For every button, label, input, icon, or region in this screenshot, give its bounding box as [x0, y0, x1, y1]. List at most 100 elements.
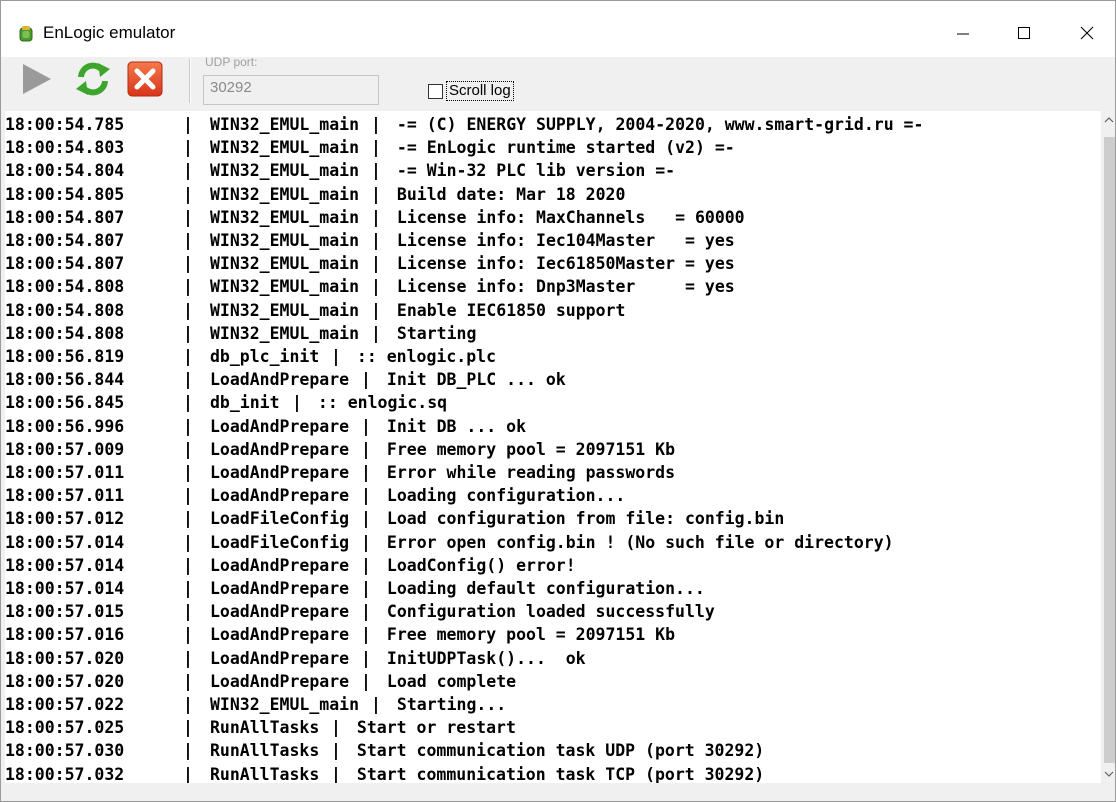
log-timestamp: 18:00:57.032: [5, 764, 125, 783]
log-separator: |: [183, 555, 193, 575]
log-timestamp: 18:00:54.804: [5, 161, 125, 181]
log-row: 18:00:54.807 | WIN32_EMUL_main | License in…: [5, 229, 1101, 252]
log-separator: |: [292, 393, 302, 413]
log-message: License info: Iec104Master = yes: [387, 231, 735, 250]
log-timestamp: 18:00:57.030: [5, 741, 125, 761]
chevron-down-icon: [1104, 771, 1114, 777]
log-timestamp: 18:00:57.016: [5, 625, 125, 645]
scroll-log-option[interactable]: Scroll log: [428, 81, 514, 101]
chevron-up-icon: [1104, 117, 1114, 123]
log-separator: |: [183, 231, 193, 250]
enlogic-app-icon: [19, 26, 33, 42]
minimize-button[interactable]: [935, 13, 991, 53]
log-timestamp: 18:00:57.014: [5, 555, 125, 575]
log-source: WIN32_EMUL_main: [210, 207, 360, 227]
log-message: License info: Iec61850Master = yes: [387, 254, 735, 274]
play-icon: [23, 64, 51, 94]
log-row: 18:00:54.808 | WIN32_EMUL_main | Enable IEC…: [5, 299, 1101, 322]
log-message: Load configuration from file: config.bin: [377, 509, 785, 529]
log-row: 18:00:54.807 | WIN32_EMUL_main | License in…: [5, 206, 1101, 229]
log-timestamp: 18:00:57.020: [5, 671, 125, 691]
udp-port-label: UDP port:: [205, 55, 258, 69]
log-scrollbar[interactable]: [1101, 111, 1115, 783]
log-row: 18:00:57.016 | LoadAndPrepare | Free memory…: [5, 623, 1101, 646]
log-row: 18:00:57.022 | WIN32_EMUL_main | Starting..…: [5, 693, 1101, 716]
log-row: 18:00:57.011 | LoadAndPrepare | Loading con…: [5, 484, 1101, 507]
log-separator: |: [361, 555, 371, 575]
status-bar: [1, 783, 1115, 801]
log-row: 18:00:57.020 | LoadAndPrepare | InitUDPTask…: [5, 647, 1101, 670]
log-row: 18:00:54.804 | WIN32_EMUL_main | -= Win-32 …: [5, 159, 1101, 182]
log-row: 18:00:57.011 | LoadAndPrepare | Error while…: [5, 461, 1101, 484]
restart-button[interactable]: [73, 59, 113, 99]
log-source: LoadAndPrepare: [210, 625, 350, 645]
log-message: Starting: [387, 323, 477, 343]
log-source: LoadFileConfig: [210, 532, 350, 552]
log-source: WIN32_EMUL_main: [210, 138, 360, 158]
log-separator: |: [183, 277, 193, 297]
log-message: LoadConfig() error!: [377, 555, 576, 575]
log-separator: |: [361, 463, 371, 482]
log-separator: |: [371, 207, 381, 227]
log-separator: |: [331, 764, 341, 783]
log-row: 18:00:57.015 | LoadAndPrepare | Configurati…: [5, 600, 1101, 623]
scroll-down-button[interactable]: [1101, 765, 1115, 783]
log-message: Enable IEC61850 support: [387, 300, 626, 320]
log-separator: |: [371, 254, 381, 274]
log-timestamp: 18:00:57.014: [5, 532, 125, 552]
scroll-up-button[interactable]: [1101, 111, 1115, 129]
log-separator: |: [183, 486, 193, 506]
log-timestamp: 18:00:57.012: [5, 509, 125, 529]
log-row: 18:00:56.996 | LoadAndPrepare | Init DB ...…: [5, 415, 1101, 438]
log-separator: |: [183, 161, 193, 181]
log-row: 18:00:54.808 | WIN32_EMUL_main | License in…: [5, 275, 1101, 298]
log-message: -= (C) ENERGY SUPPLY, 2004-2020, www.sma…: [387, 115, 924, 134]
log-source: WIN32_EMUL_main: [210, 115, 360, 134]
log-separator: |: [183, 625, 193, 645]
log-separator: |: [183, 602, 193, 622]
log-timestamp: 18:00:57.015: [5, 602, 125, 622]
scrollbar-thumb[interactable]: [1104, 137, 1115, 763]
maximize-button[interactable]: [996, 13, 1052, 53]
log-source: LoadAndPrepare: [210, 648, 350, 668]
close-window-button[interactable]: [1059, 13, 1115, 53]
scroll-log-checkbox[interactable]: [428, 83, 443, 99]
log-output[interactable]: 18:00:54.785 | WIN32_EMUL_main | -= (C) ENE…: [5, 111, 1101, 783]
log-source: LoadAndPrepare: [210, 602, 350, 622]
log-timestamp: 18:00:56.844: [5, 370, 125, 390]
log-timestamp: 18:00:54.803: [5, 138, 125, 158]
log-message: Loading configuration...: [377, 486, 626, 506]
log-message: License info: Dnp3Master = yes: [387, 277, 735, 297]
log-row: 18:00:57.014 | LoadAndPrepare | Loading def…: [5, 577, 1101, 600]
log-separator: |: [361, 532, 371, 552]
udp-port-input[interactable]: 30292: [203, 75, 379, 105]
log-message: Init DB_PLC ... ok: [377, 370, 566, 390]
log-separator: |: [361, 602, 371, 622]
log-separator: |: [183, 254, 193, 274]
log-timestamp: 18:00:54.805: [5, 184, 125, 204]
log-timestamp: 18:00:54.808: [5, 300, 125, 320]
toolbar-separator: [189, 59, 191, 103]
title-bar[interactable]: EnLogic emulator: [1, 1, 1115, 57]
log-source: LoadAndPrepare: [210, 416, 350, 436]
log-separator: |: [361, 671, 371, 691]
log-message: Load complete: [377, 671, 517, 691]
log-timestamp: 18:00:54.807: [5, 207, 125, 227]
emulator-window: EnLogic emulator UDP port: 30292 Scroll …: [0, 0, 1116, 802]
close-square-icon: [127, 61, 163, 97]
start-button[interactable]: [15, 59, 55, 99]
log-message: Error while reading passwords: [377, 463, 676, 482]
scroll-log-label[interactable]: Scroll log: [446, 81, 514, 101]
log-source: LoadAndPrepare: [210, 579, 350, 598]
log-separator: |: [361, 486, 371, 506]
log-separator: |: [371, 323, 381, 343]
log-timestamp: 18:00:57.020: [5, 648, 125, 668]
log-source: WIN32_EMUL_main: [210, 184, 360, 204]
maximize-icon: [1018, 27, 1030, 39]
log-message: Loading default configuration...: [377, 579, 705, 598]
log-separator: |: [361, 579, 371, 598]
stop-button[interactable]: [125, 59, 165, 99]
log-separator: |: [183, 323, 193, 343]
log-source: db_init: [210, 393, 280, 413]
log-timestamp: 18:00:54.808: [5, 277, 125, 297]
